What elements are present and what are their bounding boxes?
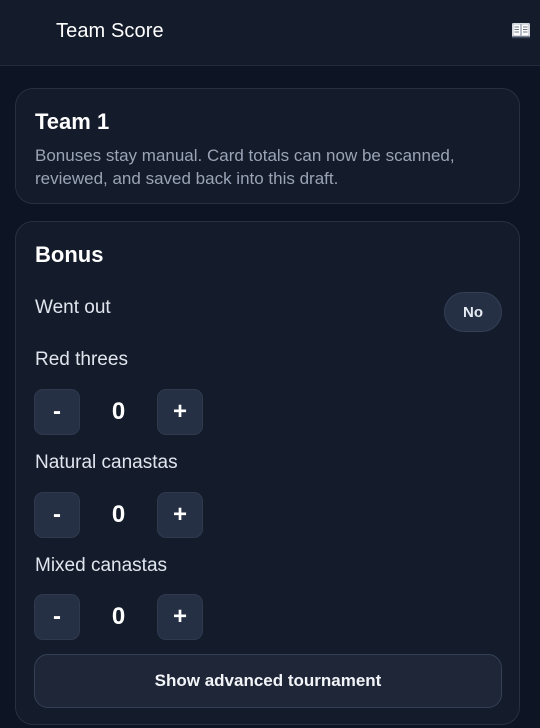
open-book-icon[interactable]	[511, 20, 531, 40]
bonus-card: Bonus Went out No Red threes - 0 + Natur…	[15, 221, 520, 725]
team-title: Team 1	[35, 109, 110, 134]
mixed-canastas-increment-button[interactable]: +	[157, 594, 203, 640]
went-out-label: Went out	[35, 297, 111, 318]
team-card: Team 1 Bonuses stay manual. Card totals …	[15, 88, 520, 204]
show-advanced-tournament-button[interactable]: Show advanced tournament	[34, 654, 502, 708]
mixed-canastas-stepper: - 0 +	[34, 594, 204, 640]
natural-canastas-stepper: - 0 +	[34, 492, 204, 538]
mixed-canastas-decrement-button[interactable]: -	[34, 594, 80, 640]
bonus-title: Bonus	[35, 242, 104, 267]
mixed-canastas-label: Mixed canastas	[35, 555, 168, 576]
natural-canastas-decrement-button[interactable]: -	[34, 492, 80, 538]
natural-canastas-label: Natural canastas	[35, 452, 178, 473]
red-threes-label: Red threes	[35, 349, 128, 370]
team-description: Bonuses stay manual. Card totals can now…	[35, 146, 455, 188]
red-threes-stepper: - 0 +	[34, 389, 204, 435]
app-header: Team Score	[0, 0, 540, 66]
natural-canastas-increment-button[interactable]: +	[157, 492, 203, 538]
red-threes-increment-button[interactable]: +	[157, 389, 203, 435]
page-title: Team Score	[56, 20, 164, 42]
mixed-canastas-value: 0	[111, 603, 126, 630]
red-threes-decrement-button[interactable]: -	[34, 389, 80, 435]
natural-canastas-value: 0	[111, 501, 126, 528]
red-threes-value: 0	[111, 398, 126, 425]
went-out-toggle[interactable]: No	[444, 292, 502, 332]
